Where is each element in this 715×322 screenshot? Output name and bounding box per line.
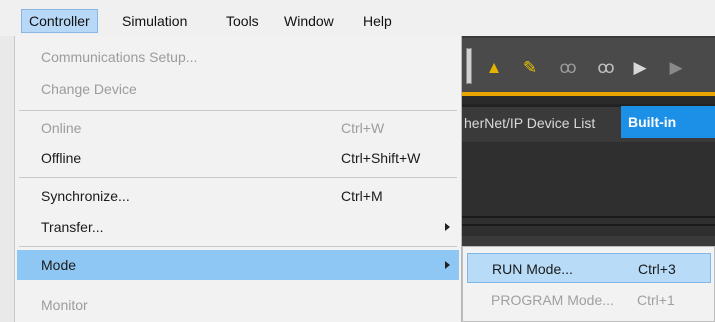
menu-separator — [19, 246, 457, 247]
menu-item-label: Offline — [41, 150, 82, 166]
menu-item-shortcut: Ctrl+1 — [637, 292, 675, 308]
menu-item-label: Transfer... — [41, 219, 104, 235]
warning-icon[interactable]: ▲ — [482, 56, 506, 80]
toolbar-divider — [462, 96, 715, 104]
mode-submenu: RUN Mode... Ctrl+3 PROGRAM Mode... Ctrl+… — [462, 246, 715, 322]
submenu-arrow-icon — [445, 261, 450, 269]
menu-simulation[interactable]: Simulation — [115, 9, 194, 33]
run-icon-2[interactable]: ▶ — [664, 56, 688, 80]
submenu-arrow-icon — [445, 223, 450, 231]
tab-ethernet-ip-device-list[interactable]: herNet/IP Device List — [464, 114, 595, 132]
menu-item-synchronize[interactable]: Synchronize... Ctrl+M — [15, 181, 461, 211]
menu-item-transfer[interactable]: Transfer... — [15, 212, 461, 242]
menu-item-monitor[interactable]: Monitor — [15, 290, 461, 320]
controller-menu: Communications Setup... Change Device On… — [14, 36, 462, 322]
menu-separator — [19, 110, 457, 111]
run-icon[interactable]: ▶ — [628, 56, 652, 80]
glasses-icon[interactable]: ꝏ — [556, 56, 580, 80]
menu-item-label: RUN Mode... — [492, 261, 573, 277]
menu-help[interactable]: Help — [356, 9, 399, 33]
menu-item-mode[interactable]: Mode — [17, 250, 459, 280]
menu-item-label: Synchronize... — [41, 188, 130, 204]
menu-item-label: Mode — [41, 257, 77, 273]
toolbar-grip[interactable] — [466, 48, 472, 84]
panel-divider — [462, 216, 715, 226]
menu-separator — [19, 177, 457, 178]
menu-item-shortcut: Ctrl+W — [341, 120, 385, 136]
menu-item-change-device[interactable]: Change Device — [15, 74, 461, 104]
menu-item-label: PROGRAM Mode... — [491, 292, 614, 308]
menu-item-program-mode[interactable]: PROGRAM Mode... Ctrl+1 — [467, 285, 711, 315]
pencil-warning-icon[interactable]: ✎ — [518, 56, 542, 80]
menu-item-online[interactable]: Online Ctrl+W — [15, 113, 461, 143]
menu-item-label: Monitor — [41, 297, 88, 313]
left-edge-strip — [0, 36, 14, 322]
menu-item-shortcut: Ctrl+3 — [638, 261, 676, 277]
menu-bar: Controller Simulation Tools Window Help — [0, 0, 715, 36]
menu-item-communications-setup[interactable]: Communications Setup... — [15, 42, 461, 72]
menu-tools[interactable]: Tools — [219, 9, 266, 33]
menu-item-offline[interactable]: Offline Ctrl+Shift+W — [15, 143, 461, 173]
menu-window[interactable]: Window — [277, 9, 341, 33]
menu-item-label: Communications Setup... — [41, 49, 198, 65]
menu-item-shortcut: Ctrl+Shift+W — [341, 150, 421, 166]
menu-item-run-mode[interactable]: RUN Mode... Ctrl+3 — [467, 253, 711, 283]
menu-item-label: Change Device — [41, 81, 137, 97]
menu-item-shortcut: Ctrl+M — [341, 188, 383, 204]
menu-item-label: Online — [41, 120, 82, 136]
glasses-x-icon[interactable]: ꝏ — [594, 56, 618, 80]
menu-controller[interactable]: Controller — [21, 9, 98, 33]
tab-built-in[interactable]: Built-in — [621, 106, 715, 138]
